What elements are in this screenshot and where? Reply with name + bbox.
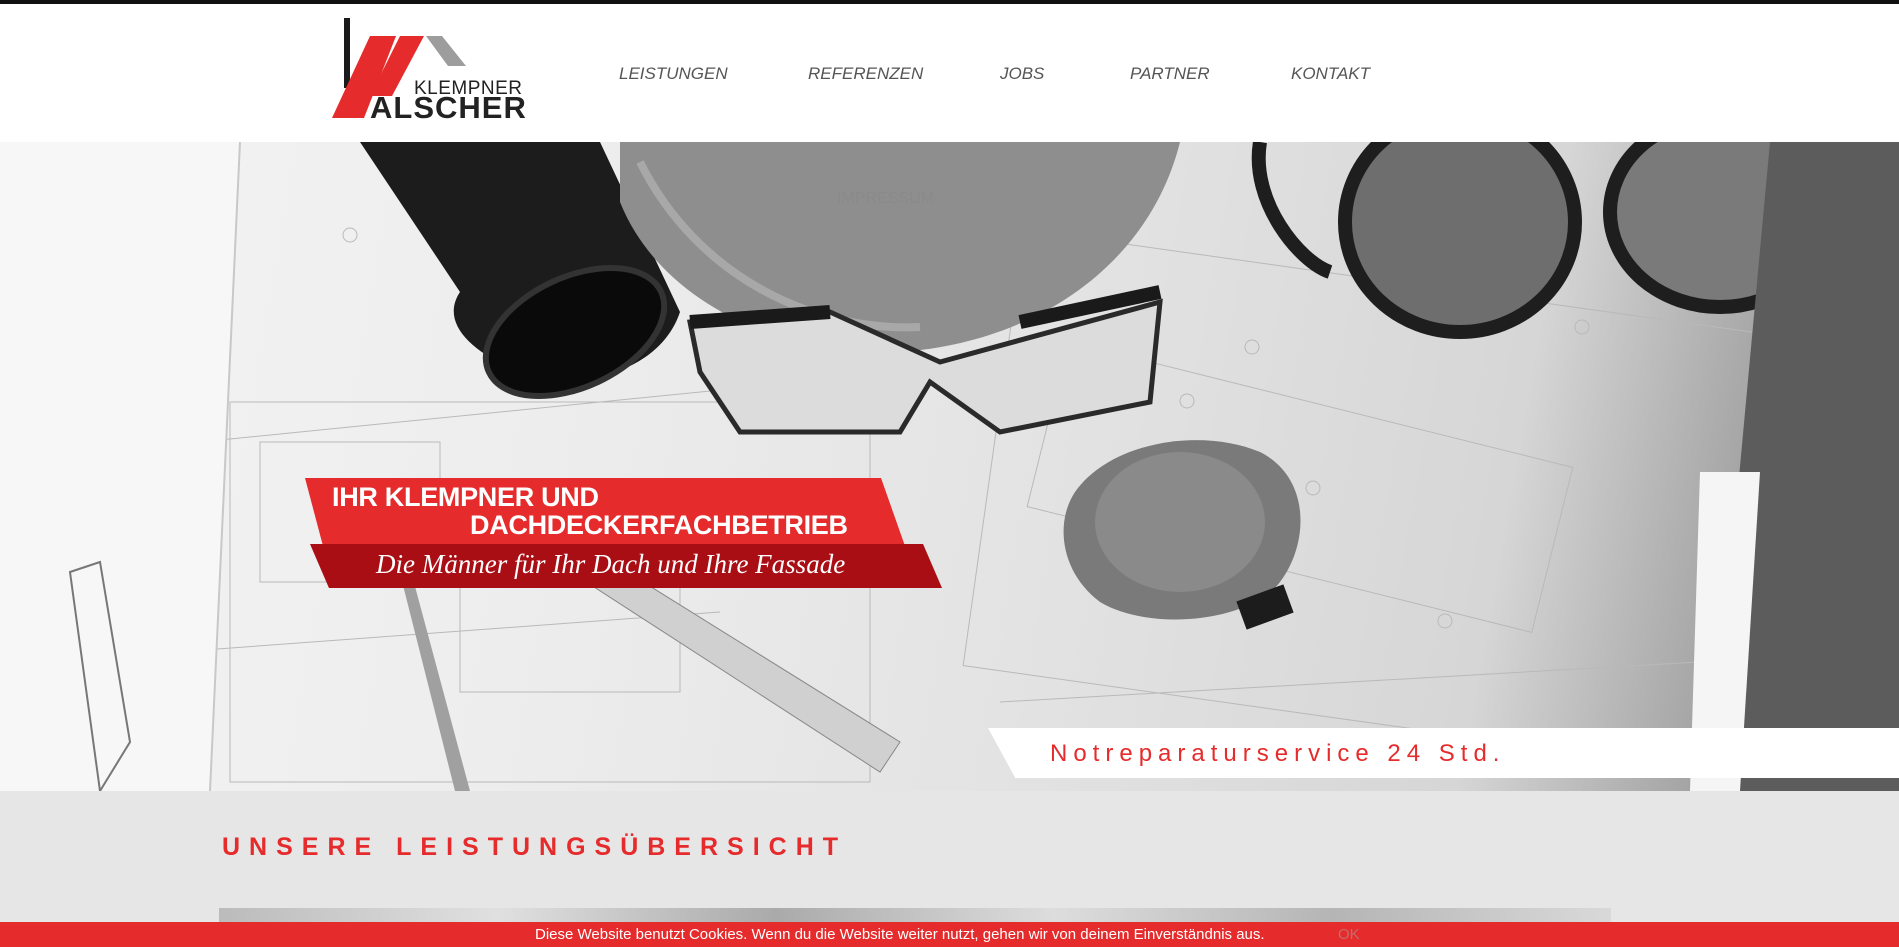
hero-background-image (0, 142, 1899, 791)
cookie-banner: Diese Website benutzt Cookies. Wenn du d… (0, 922, 1899, 947)
services-image-strip (219, 908, 1611, 922)
claim-line-2: DACHDECKERFACHBETRIEB (470, 510, 848, 540)
cookie-message: Diese Website benutzt Cookies. Wenn du d… (535, 926, 1265, 943)
nav-item-jobs[interactable]: JOBS (1000, 64, 1044, 84)
services-section-title: UNSERE LEISTUNGSÜBERSICHT (222, 833, 848, 861)
nav-item-partner[interactable]: PARTNER (1130, 64, 1210, 84)
emergency-service-banner: Notreparaturservice 24 Std. (988, 728, 1899, 778)
emergency-service-text: Notreparaturservice 24 Std. (1050, 740, 1506, 767)
nav-subitem-impressum[interactable]: IMPRESSUM (837, 190, 934, 208)
nav-item-referenzen[interactable]: REFERENZEN (808, 64, 923, 84)
logo[interactable]: KLEMPNER ALSCHER (330, 18, 526, 124)
logo-title: ALSCHER (370, 90, 527, 125)
site-header: KLEMPNER ALSCHER LEISTUNGEN REFERENZEN J… (0, 4, 1899, 142)
nav-item-kontakt[interactable]: KONTAKT (1291, 64, 1370, 84)
claim-line-1: IHR KLEMPNER UND (332, 482, 599, 512)
nav-item-leistungen[interactable]: LEISTUNGEN (619, 64, 728, 84)
hero-banner: IMPRESSUM IHR KLEMPNER UND DACHDECKERFAC… (0, 142, 1899, 791)
tagline: Die Männer für Ihr Dach und Ihre Fassade (376, 549, 846, 579)
cookie-ok-button[interactable]: OK (1338, 926, 1360, 943)
